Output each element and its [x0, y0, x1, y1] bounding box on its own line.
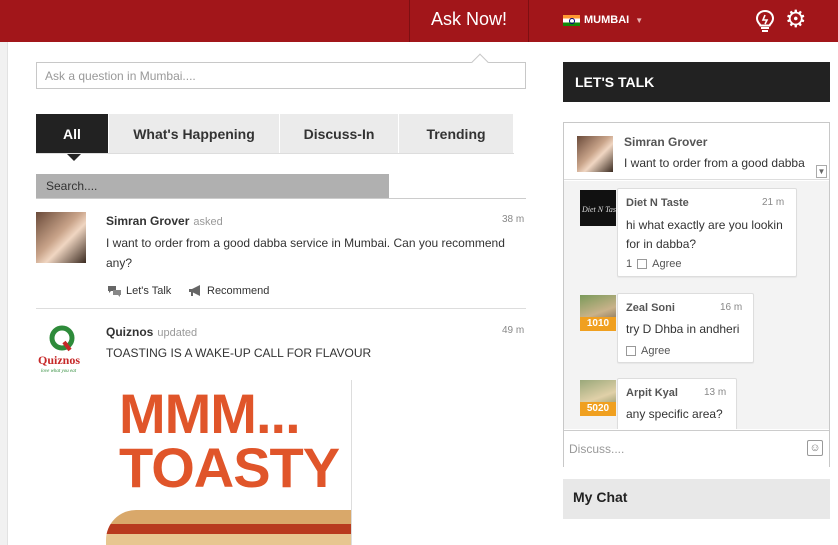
- agree-label: Agree: [652, 258, 682, 270]
- comment-bubble: Zeal Soni 16 m try D Dhba in andheri Agr…: [617, 293, 754, 363]
- post-text-line1: I want to order from a good dabba servic…: [106, 236, 505, 250]
- comment-author[interactable]: Diet N Taste: [626, 197, 689, 209]
- tab-whats-happening[interactable]: What's Happening: [109, 114, 280, 154]
- agree-control: 1 Agree: [626, 258, 681, 270]
- feed-tabs: All What's Happening Discuss-In Trending: [36, 114, 514, 161]
- agree-checkbox[interactable]: [637, 259, 648, 269]
- gear-icon[interactable]: ⚙: [785, 8, 807, 32]
- ad-headline-line2: TOASTY: [119, 436, 340, 499]
- comment-author[interactable]: Arpit Kyal: [626, 387, 678, 399]
- topic-author[interactable]: Simran Grover: [624, 135, 707, 149]
- topic-header: Simran Grover I want to order from a goo…: [564, 123, 829, 180]
- comment-bubble: Diet N Taste 21 m hi what exactly are yo…: [617, 188, 797, 277]
- agree-label: Agree: [641, 345, 671, 357]
- ask-now-button[interactable]: Ask Now!: [409, 0, 529, 42]
- megaphone-icon: [189, 285, 200, 296]
- comment-time: 13 m: [704, 387, 727, 398]
- emoticon-icon[interactable]: ☺: [807, 440, 823, 456]
- tab-discuss-in[interactable]: Discuss-In: [280, 114, 399, 154]
- post-text: TOASTING IS A WAKE-UP CALL FOR FLAVOUR: [106, 346, 372, 360]
- lets-talk-button[interactable]: Let's Talk: [107, 285, 171, 297]
- avatar[interactable]: [577, 136, 613, 172]
- tab-trending[interactable]: Trending: [399, 114, 514, 154]
- topic-text: I want to order from a good dabba: [624, 156, 805, 170]
- comment-thread: Diet N Taste Diet N Taste 21 m hi what e…: [564, 181, 829, 429]
- lets-talk-header: LET'S TALK: [563, 62, 830, 102]
- lets-talk-panel: Simran Grover I want to order from a goo…: [563, 122, 830, 467]
- agree-control: Agree: [626, 345, 670, 357]
- ad-headline-line1: MMM...: [119, 382, 301, 445]
- svg-text:Diet N Taste: Diet N Taste: [581, 205, 616, 214]
- comment-time: 21 m: [762, 197, 785, 208]
- post-text-line2: any?: [106, 256, 133, 270]
- lightbulb-icon[interactable]: [754, 9, 776, 33]
- search-divider: [36, 198, 526, 199]
- avatar[interactable]: 5020: [580, 380, 616, 416]
- avatar[interactable]: [36, 212, 86, 263]
- india-flag-icon: [563, 14, 580, 26]
- post-author[interactable]: Quiznos updated: [106, 325, 197, 339]
- search-input[interactable]: [36, 174, 389, 198]
- city-selector[interactable]: MUMBAI ▼: [563, 14, 643, 26]
- comment-bubble: Arpit Kyal 13 m any specific area?: [617, 378, 737, 429]
- lets-talk-label: Let's Talk: [126, 285, 172, 297]
- tabs-divider: [36, 153, 514, 154]
- chat-bubbles-icon: [108, 286, 121, 297]
- chevron-down-icon: ▼: [635, 15, 644, 25]
- post-author[interactable]: Simran Grover asked: [106, 214, 223, 228]
- comment-text: any specific area?: [626, 407, 723, 421]
- agree-checkbox[interactable]: [626, 346, 636, 356]
- post-verb: asked: [193, 216, 223, 228]
- post-time: 38 m: [502, 214, 525, 225]
- comment-author[interactable]: Zeal Soni: [626, 302, 675, 314]
- avatar[interactable]: 1010: [580, 295, 616, 331]
- svg-text:Quiznos: Quiznos: [38, 353, 80, 367]
- comment-text-line2: for in dabba?: [626, 237, 697, 251]
- my-chat-header[interactable]: My Chat: [563, 479, 830, 519]
- comment-text: try D Dhba in andheri: [626, 322, 740, 336]
- ad-image[interactable]: MMM... TOASTY: [106, 380, 352, 545]
- sandwich-image: [106, 510, 351, 545]
- recommend-label: Recommend: [207, 285, 270, 297]
- karma-badge: 1010: [580, 317, 616, 331]
- post-verb: updated: [157, 327, 198, 339]
- left-edge-panel: [0, 42, 8, 545]
- agree-count: 1: [626, 258, 633, 270]
- comment-time: 16 m: [720, 302, 743, 313]
- top-bar: Ask Now! MUMBAI ▼ ⚙: [0, 0, 838, 42]
- scroll-down-icon[interactable]: ▼: [816, 165, 827, 178]
- quiznos-logo[interactable]: Quiznos love what you eat: [36, 324, 88, 374]
- post-time: 49 m: [502, 325, 525, 336]
- svg-text:love what you eat: love what you eat: [41, 369, 77, 374]
- city-label: MUMBAI: [584, 14, 630, 26]
- ask-question-input[interactable]: [36, 62, 526, 89]
- avatar[interactable]: Diet N Taste: [580, 190, 622, 226]
- recommend-button[interactable]: Recommend: [188, 285, 269, 297]
- tab-all[interactable]: All: [36, 114, 109, 161]
- karma-badge: 5020: [580, 402, 616, 416]
- discuss-input[interactable]: [564, 430, 829, 467]
- comment-text-line1: hi what exactly are you lookin: [626, 218, 783, 232]
- post-divider: [36, 308, 526, 309]
